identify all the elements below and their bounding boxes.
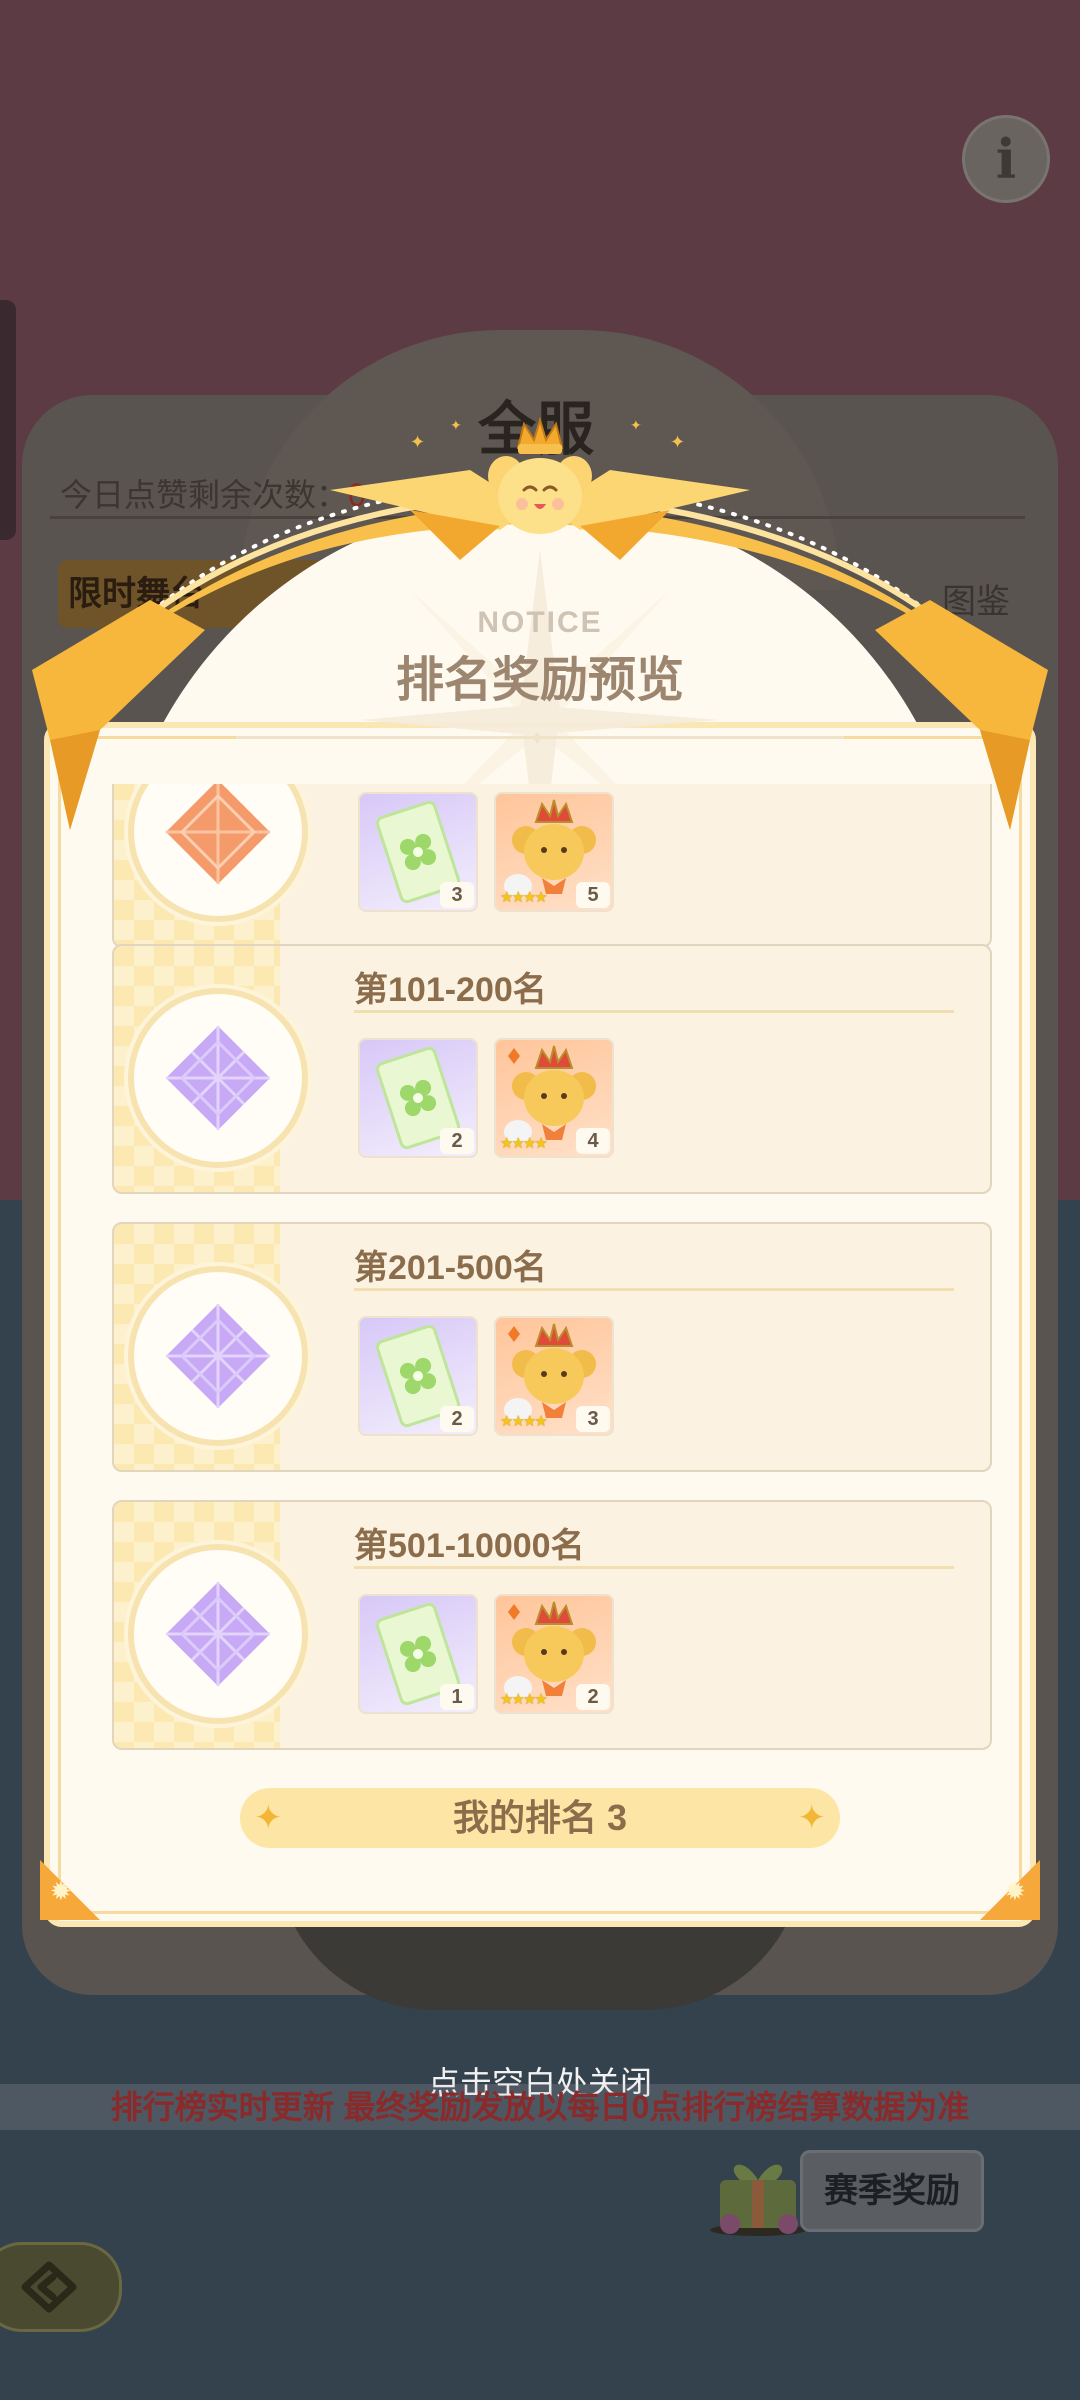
sparkle-icon: ✦ <box>797 1799 827 1837</box>
reward-tier-card: 3 ★★★★ 5 <box>112 784 992 948</box>
svg-text:✹: ✹ <box>1004 1876 1026 1906</box>
reward-item-bear[interactable]: ★★★★ 5 <box>494 792 614 912</box>
corner-ornament: ✹ <box>980 1860 1040 1920</box>
reward-item-bear[interactable]: ★★★★ 4 <box>494 1038 614 1158</box>
back-icon <box>21 2261 77 2313</box>
sparkle-icon: ✦ <box>254 1799 283 1837</box>
reward-tier-card: 第501-10000名 1 ★★★★ 2 <box>112 1500 992 1750</box>
item-count: 3 <box>440 882 474 908</box>
gem-icon <box>166 784 270 884</box>
gem-icon <box>166 1026 270 1130</box>
reward-tier-card: 第201-500名 2 ★★★★ 3 <box>112 1222 992 1472</box>
reward-item-ticket[interactable]: 3 <box>358 792 478 912</box>
item-count: 2 <box>576 1684 610 1710</box>
my-rank-label: 我的排名 3 <box>452 1797 628 1838</box>
info-icon[interactable]: i <box>962 115 1050 203</box>
item-count: 2 <box>440 1406 474 1432</box>
left-edge-tab <box>0 300 16 540</box>
item-count: 3 <box>576 1406 610 1432</box>
rank-underline <box>354 1566 954 1569</box>
medal <box>128 1266 308 1446</box>
medal <box>128 1544 308 1724</box>
reward-tier-card: 第101-200名 2 ★★★★ 4 <box>112 944 992 1194</box>
my-rank-bar: ✦ 我的排名 3 ✦ <box>240 1788 840 1848</box>
gem-icon <box>166 1582 270 1686</box>
gift-icon[interactable] <box>706 2146 810 2236</box>
svg-text:✦: ✦ <box>670 432 685 452</box>
crowned-mascot-icon <box>488 416 592 534</box>
tier-rank-label: 第501-10000名 <box>354 1527 585 1565</box>
svg-text:✦: ✦ <box>630 417 642 433</box>
season-reward-button[interactable]: 赛季奖励 <box>800 2150 984 2232</box>
medal <box>128 988 308 1168</box>
reward-list[interactable]: 3 ★★★★ 5 第101-200名 2 ★★★★ 4 第201-500名 2 … <box>112 784 996 1754</box>
item-count: 4 <box>576 1128 610 1154</box>
reward-item-bear[interactable]: ★★★★ 3 <box>494 1316 614 1436</box>
reward-item-ticket[interactable]: 1 <box>358 1594 478 1714</box>
reward-item-ticket[interactable]: 2 <box>358 1038 478 1158</box>
corner-ornament: ✹ <box>40 1860 100 1920</box>
tier-rank-label: 第101-200名 <box>354 971 547 1009</box>
tier-rank-label: 第201-500名 <box>354 1249 547 1287</box>
svg-text:✹: ✹ <box>50 1876 72 1906</box>
star-rating: ★★★★ <box>500 1135 548 1152</box>
svg-text:✦: ✦ <box>450 417 462 433</box>
star-rating: ★★★★ <box>500 1413 548 1430</box>
reward-item-ticket[interactable]: 2 <box>358 1316 478 1436</box>
rank-underline <box>354 1288 954 1291</box>
gem-icon <box>166 1304 270 1408</box>
item-count: 5 <box>576 882 610 908</box>
back-button[interactable] <box>0 2242 122 2332</box>
leaderboard-notice: 排行榜实时更新 最终奖励发放以每日0点排行榜结算数据为准 <box>0 2084 1080 2130</box>
star-rating: ★★★★ <box>500 889 548 906</box>
item-count: 2 <box>440 1128 474 1154</box>
star-rating: ★★★★ <box>500 1691 548 1708</box>
item-count: 1 <box>440 1684 474 1710</box>
rank-underline <box>354 1010 954 1013</box>
reward-item-bear[interactable]: ★★★★ 2 <box>494 1594 614 1714</box>
svg-text:✦: ✦ <box>410 432 425 452</box>
